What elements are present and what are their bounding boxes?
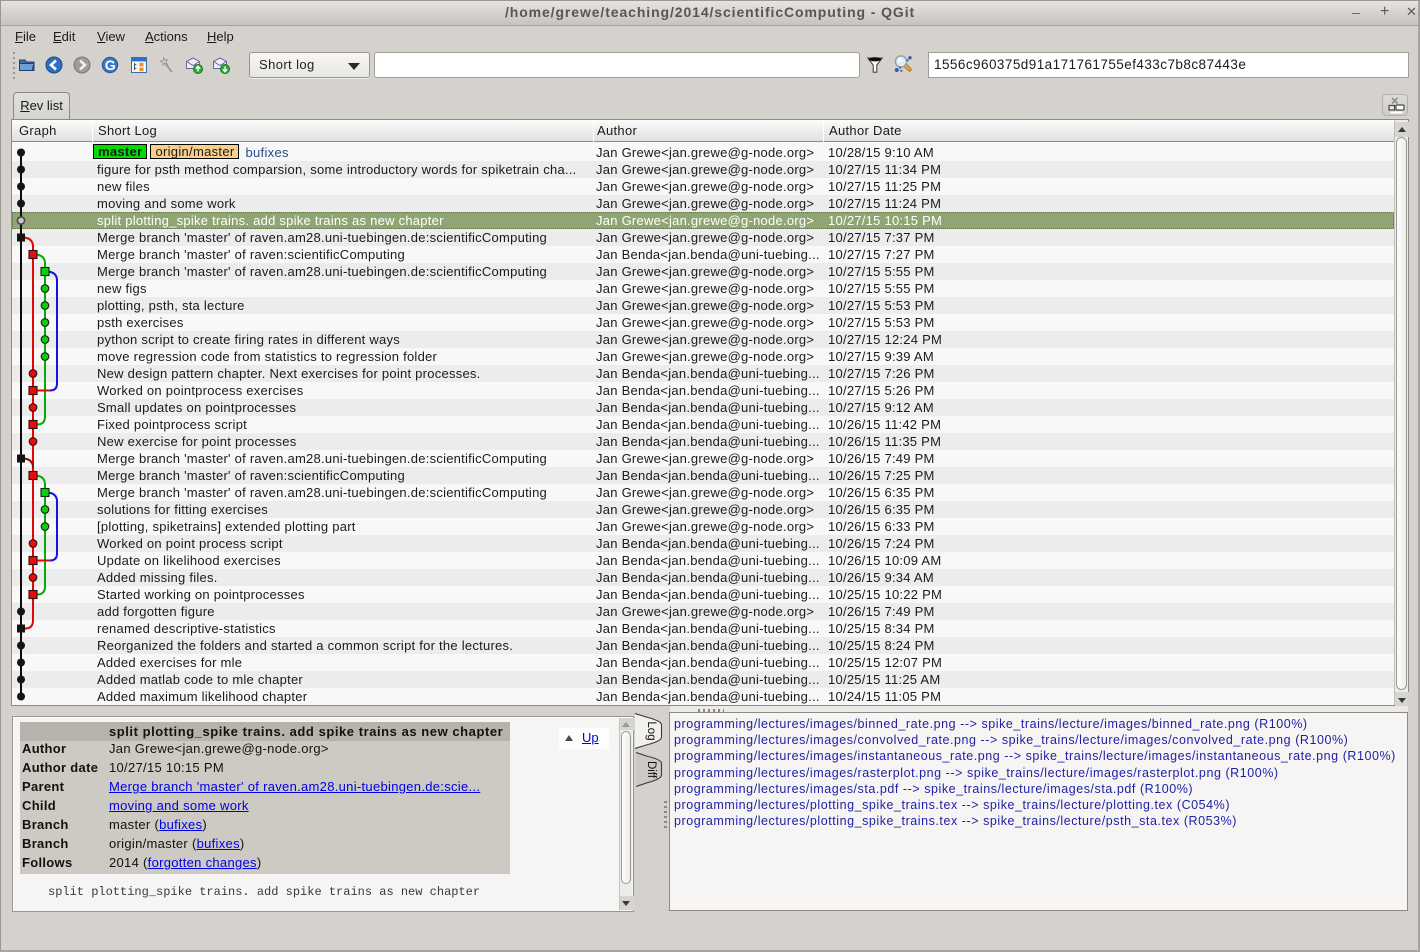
svg-text:Diff: Diff (645, 761, 657, 779)
svg-text:G: G (105, 57, 116, 73)
svg-text:Log: Log (645, 721, 657, 740)
